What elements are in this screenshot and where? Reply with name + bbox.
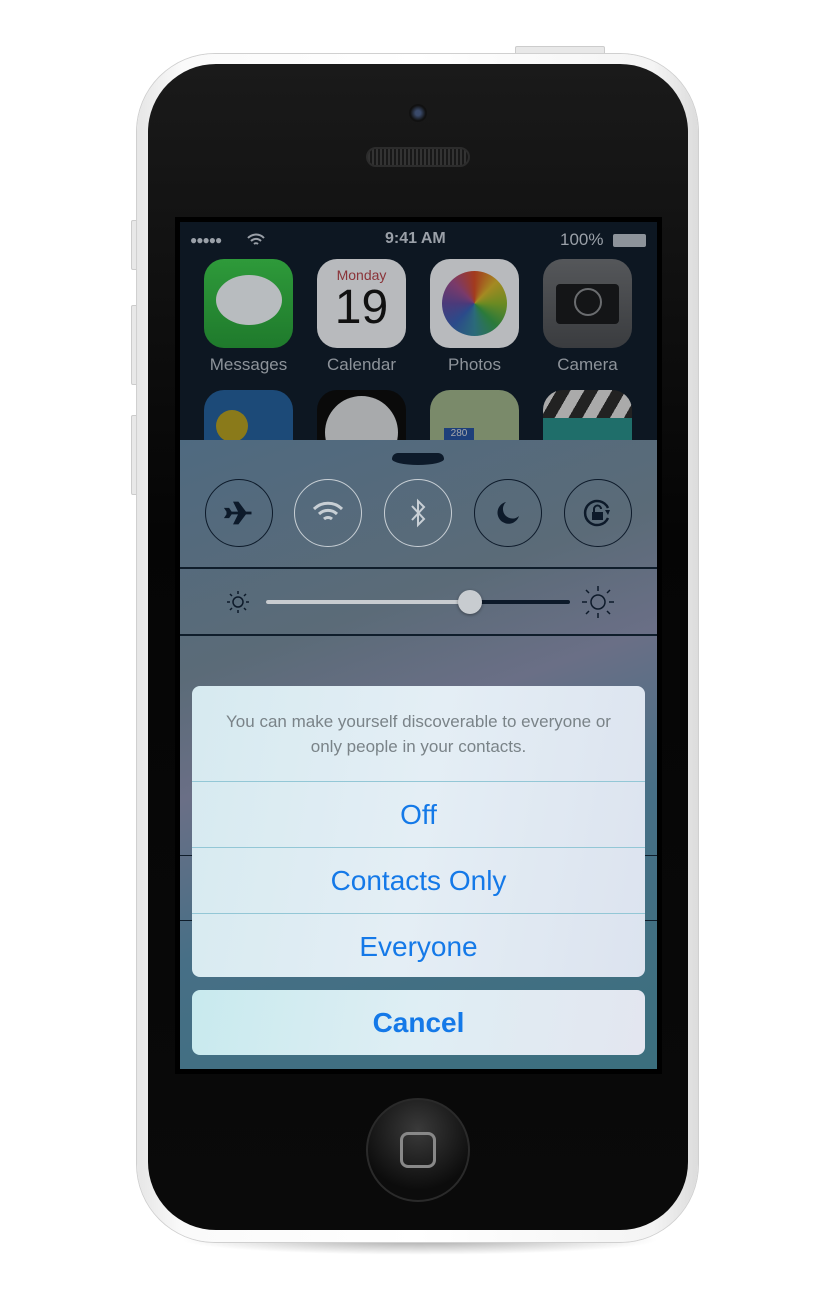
action-sheet-message: You can make yourself discoverable to ev…	[226, 711, 611, 756]
rotation-lock-icon	[583, 499, 610, 527]
battery-icon	[613, 234, 646, 247]
messages-icon[interactable]	[204, 259, 293, 348]
rotation-lock-toggle[interactable]	[564, 479, 632, 547]
divider	[180, 634, 657, 636]
chevron-down-icon[interactable]	[392, 453, 444, 465]
brightness-slider-fill	[266, 600, 470, 604]
option-contacts-only[interactable]: Contacts Only	[192, 847, 645, 913]
calendar-icon[interactable]: Monday 19	[317, 259, 406, 348]
earpiece-speaker	[366, 147, 470, 167]
do-not-disturb-toggle[interactable]	[474, 479, 542, 547]
app-label-calendar: Calendar	[327, 355, 396, 374]
app-label-messages: Messages	[209, 355, 288, 374]
camera-icon[interactable]	[543, 259, 632, 348]
cancel-button[interactable]: Cancel	[192, 990, 645, 1055]
airplane-icon	[224, 501, 252, 525]
maps-icon[interactable]: 280	[430, 390, 519, 440]
action-sheet: You can make yourself discoverable to ev…	[192, 686, 645, 977]
signal-icon: ●●●●●	[190, 233, 222, 247]
brightness-high-icon	[582, 586, 614, 618]
maps-sign: 280	[444, 428, 474, 440]
bluetooth-toggle[interactable]	[384, 479, 452, 547]
wifi-icon	[312, 501, 344, 521]
moon-icon	[497, 502, 519, 524]
option-everyone[interactable]: Everyone	[192, 913, 645, 977]
brightness-low-icon	[227, 591, 249, 613]
app-label-photos: Photos	[448, 355, 501, 374]
home-square-icon	[400, 1132, 436, 1168]
battery-percent: 100%	[560, 230, 604, 249]
photos-icon[interactable]	[430, 259, 519, 348]
airplane-mode-toggle[interactable]	[205, 479, 273, 547]
brightness-slider-knob[interactable]	[457, 590, 482, 614]
calendar-date: 19	[334, 281, 389, 334]
app-label-camera: Camera	[557, 355, 618, 374]
videos-icon[interactable]	[543, 390, 632, 440]
option-off[interactable]: Off	[192, 781, 645, 847]
wifi-toggle[interactable]	[294, 479, 362, 547]
weather-icon[interactable]	[204, 390, 293, 440]
front-camera	[409, 104, 427, 122]
clock-icon[interactable]	[317, 390, 406, 440]
brightness-slider[interactable]	[266, 590, 570, 614]
wifi-status-icon	[247, 233, 265, 245]
status-time: 9:41 AM	[385, 230, 446, 247]
bluetooth-icon	[411, 498, 426, 528]
divider	[180, 567, 657, 569]
